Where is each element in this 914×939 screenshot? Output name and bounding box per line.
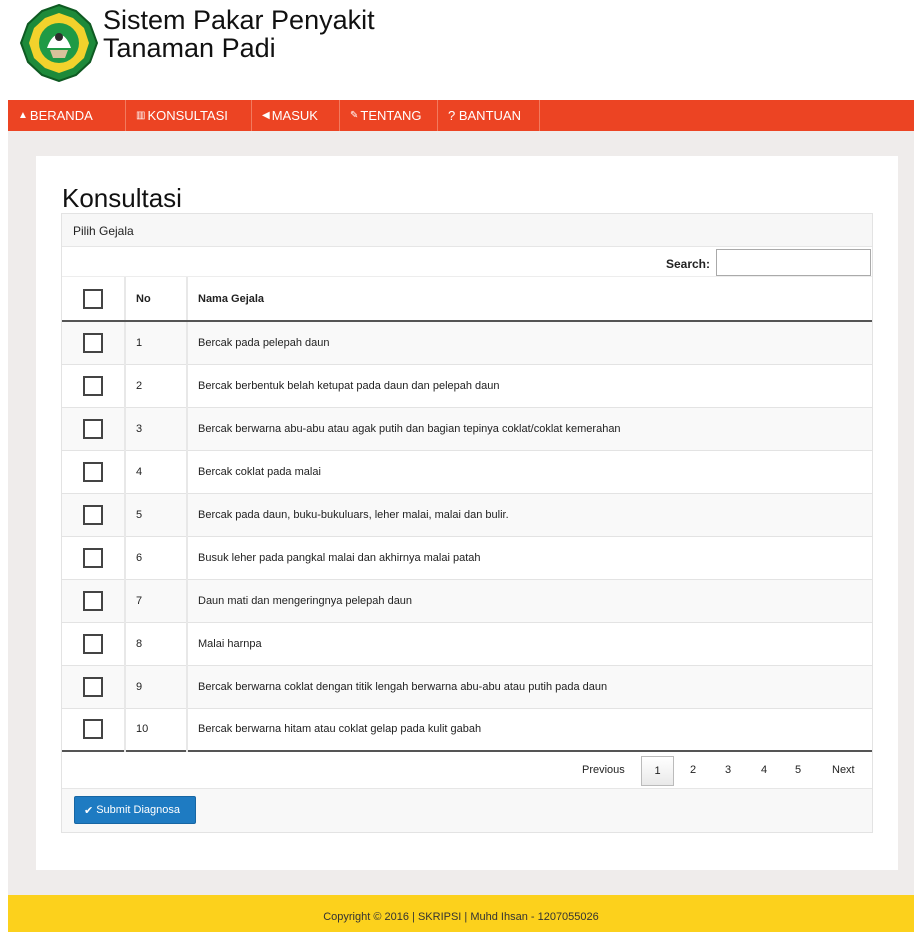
pagination-page-3[interactable]: 3 <box>725 764 731 776</box>
column-header-nama-gejala[interactable]: Nama Gejala <box>187 277 872 322</box>
home-icon: ▲ <box>18 110 28 121</box>
panel-title: Pilih Gejala <box>62 214 872 247</box>
table-row: 1 Bercak pada pelepah daun <box>62 321 872 364</box>
row-checkbox-cell <box>62 708 126 751</box>
submit-label: Submit Diagnosa <box>96 804 180 816</box>
row-checkbox-cell <box>62 665 126 708</box>
pagination-page-5[interactable]: 5 <box>795 764 801 776</box>
row-nama-gejala: Bercak berbentuk belah ketupat pada daun… <box>198 379 500 392</box>
row-checkbox[interactable] <box>83 332 103 353</box>
column-header-no[interactable]: No <box>125 277 188 322</box>
site-title-line-2: Tanaman Padi <box>103 33 276 63</box>
row-checkbox-cell <box>62 407 126 450</box>
nav-item-konsultasi[interactable]: ▥ KONSULTASI <box>126 100 252 131</box>
row-nama-gejala: Malai harnpa <box>198 637 262 650</box>
row-checkbox[interactable] <box>83 504 103 525</box>
gejala-table: No Nama Gejala 1 Bercak pada pelepah dau… <box>62 277 872 752</box>
row-no: 4 <box>125 450 188 493</box>
table-row: 4 Bercak coklat pada malai <box>62 450 872 493</box>
table-row: 10 Bercak berwarna hitam atau coklat gel… <box>62 708 872 751</box>
nav-item-beranda[interactable]: ▲ BERANDA <box>8 100 126 131</box>
table-row: 3 Bercak berwarna abu-abu atau agak puti… <box>62 407 872 450</box>
row-checkbox-cell <box>62 321 126 364</box>
main-navbar: ▲ BERANDA ▥ KONSULTASI ◀ MASUK ✎ TENTANG ? B… <box>8 100 914 131</box>
pencil-icon: ✎ <box>350 110 359 121</box>
nav-item-masuk[interactable]: ◀ MASUK <box>252 100 340 131</box>
table-row: 7 Daun mati dan mengeringnya pelepah dau… <box>62 579 872 622</box>
nav-item-tentang[interactable]: ✎ TENTANG <box>340 100 438 131</box>
row-checkbox-cell <box>62 364 126 407</box>
row-nama-gejala: Bercak pada daun, buku-bukuluars, leher … <box>198 508 509 521</box>
row-checkbox[interactable] <box>83 719 103 740</box>
row-no: 6 <box>125 536 188 579</box>
pagination-next[interactable]: Next <box>832 764 855 776</box>
row-no: 2 <box>125 364 188 407</box>
search-input[interactable] <box>716 249 871 276</box>
row-no: 3 <box>125 407 188 450</box>
site-title: Sistem Pakar Penyakit Tanaman Padi <box>103 6 375 62</box>
nav-label-bantuan: ? BANTUAN <box>448 108 521 123</box>
university-logo-icon <box>20 4 98 82</box>
table-header-row: No Nama Gejala <box>62 277 872 322</box>
nav-item-bantuan[interactable]: ? BANTUAN <box>438 100 540 131</box>
row-nama-gejala: Daun mati dan mengeringnya pelepah daun <box>198 594 413 607</box>
nav-label-konsultasi: KONSULTASI <box>147 108 228 123</box>
row-nama-gejala: Bercak berwarna hitam atau coklat gelap … <box>198 723 482 736</box>
pagination-page-4[interactable]: 4 <box>761 764 767 776</box>
row-no: 8 <box>125 622 188 665</box>
row-no: 9 <box>125 665 188 708</box>
row-checkbox-cell <box>62 450 126 493</box>
table-row: 5 Bercak pada daun, buku-bukuluars, lehe… <box>62 493 872 536</box>
row-checkbox[interactable] <box>83 676 103 697</box>
row-checkbox[interactable] <box>83 590 103 611</box>
search-row: Search: <box>62 247 872 277</box>
volume-icon: ◀ <box>262 110 270 121</box>
row-checkbox-cell <box>62 579 126 622</box>
row-no: 10 <box>125 708 188 751</box>
row-nama-gejala: Bercak berwarna abu-abu atau agak putih … <box>198 422 621 435</box>
row-checkbox[interactable] <box>83 633 103 654</box>
nav-label-masuk: MASUK <box>271 108 318 123</box>
row-checkbox[interactable] <box>83 461 103 482</box>
row-no: 7 <box>125 579 188 622</box>
select-all-checkbox[interactable] <box>83 288 103 309</box>
pagination-previous[interactable]: Previous <box>582 764 625 776</box>
chart-icon: ▥ <box>136 110 146 121</box>
row-checkbox-cell <box>62 536 126 579</box>
row-nama-gejala: Bercak coklat pada malai <box>198 465 321 478</box>
table-row: 9 Bercak berwarna coklat dengan titik le… <box>62 665 872 708</box>
site-title-line-1: Sistem Pakar Penyakit <box>103 5 375 35</box>
row-checkbox-cell <box>62 493 126 536</box>
submit-diagnosa-button[interactable]: ✔ Submit Diagnosa <box>74 796 196 824</box>
pagination-page-2[interactable]: 2 <box>690 764 696 776</box>
nav-label-beranda: BERANDA <box>29 108 93 123</box>
search-label: Search: <box>665 257 710 271</box>
pagination: Previous 1 2 3 4 5 Next <box>62 752 872 789</box>
site-header: Sistem Pakar Penyakit Tanaman Padi <box>0 0 914 100</box>
row-nama-gejala: Bercak berwarna coklat dengan titik leng… <box>198 680 608 693</box>
table-row: 2 Bercak berbentuk belah ketupat pada da… <box>62 364 872 407</box>
row-checkbox[interactable] <box>83 375 103 396</box>
row-nama-gejala: Bercak pada pelepah daun <box>198 336 330 349</box>
page-title: Konsultasi <box>62 183 182 213</box>
row-nama-gejala: Busuk leher pada pangkal malai dan akhir… <box>198 551 481 564</box>
check-icon: ✔ <box>84 804 94 817</box>
pagination-page-1[interactable]: 1 <box>641 756 674 786</box>
row-no: 1 <box>125 321 188 364</box>
row-checkbox[interactable] <box>83 547 103 568</box>
row-checkbox[interactable] <box>83 418 103 439</box>
gejala-panel: Pilih Gejala Search: No Nama Gejala 1 Be… <box>61 213 873 833</box>
select-all-header <box>62 277 126 322</box>
table-row: 8 Malai harnpa <box>62 622 872 665</box>
table-row: 6 Busuk leher pada pangkal malai dan akh… <box>62 536 872 579</box>
row-no: 5 <box>125 493 188 536</box>
site-footer: Copyright © 2016 | SKRIPSI | Muhd Ihsan … <box>8 895 914 932</box>
nav-label-tentang: TENTANG <box>360 108 422 123</box>
row-checkbox-cell <box>62 622 126 665</box>
